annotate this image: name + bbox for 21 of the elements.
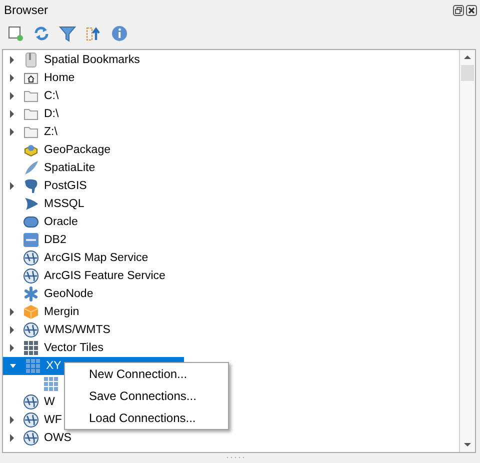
item-label: D:\ (44, 108, 59, 120)
panel-title: Browser (4, 3, 50, 17)
item-label: MSSQL (44, 198, 84, 210)
item-label: Oracle (44, 216, 78, 228)
item-label: ArcGIS Map Service (44, 252, 148, 264)
item-label: WMS/WMTS (44, 324, 110, 336)
item-label: GeoNode (44, 288, 94, 300)
item-label: W (44, 396, 55, 408)
item-label: Vector Tiles (44, 342, 104, 354)
item-label: SpatiaLite (44, 162, 96, 174)
item-label: GeoPackage (44, 144, 110, 156)
item-label: Spatial Bookmarks (44, 54, 140, 66)
item-label: Z:\ (44, 126, 58, 138)
item-label: C:\ (44, 90, 59, 102)
item-label: Mergin (44, 306, 80, 318)
item-label: Home (44, 72, 75, 84)
item-label: PostGIS (44, 180, 87, 192)
item-label: DB2 (44, 234, 66, 246)
item-label: ArcGIS Feature Service (44, 270, 166, 282)
item-label: OWS (44, 432, 72, 444)
item-label: WF (44, 414, 62, 426)
